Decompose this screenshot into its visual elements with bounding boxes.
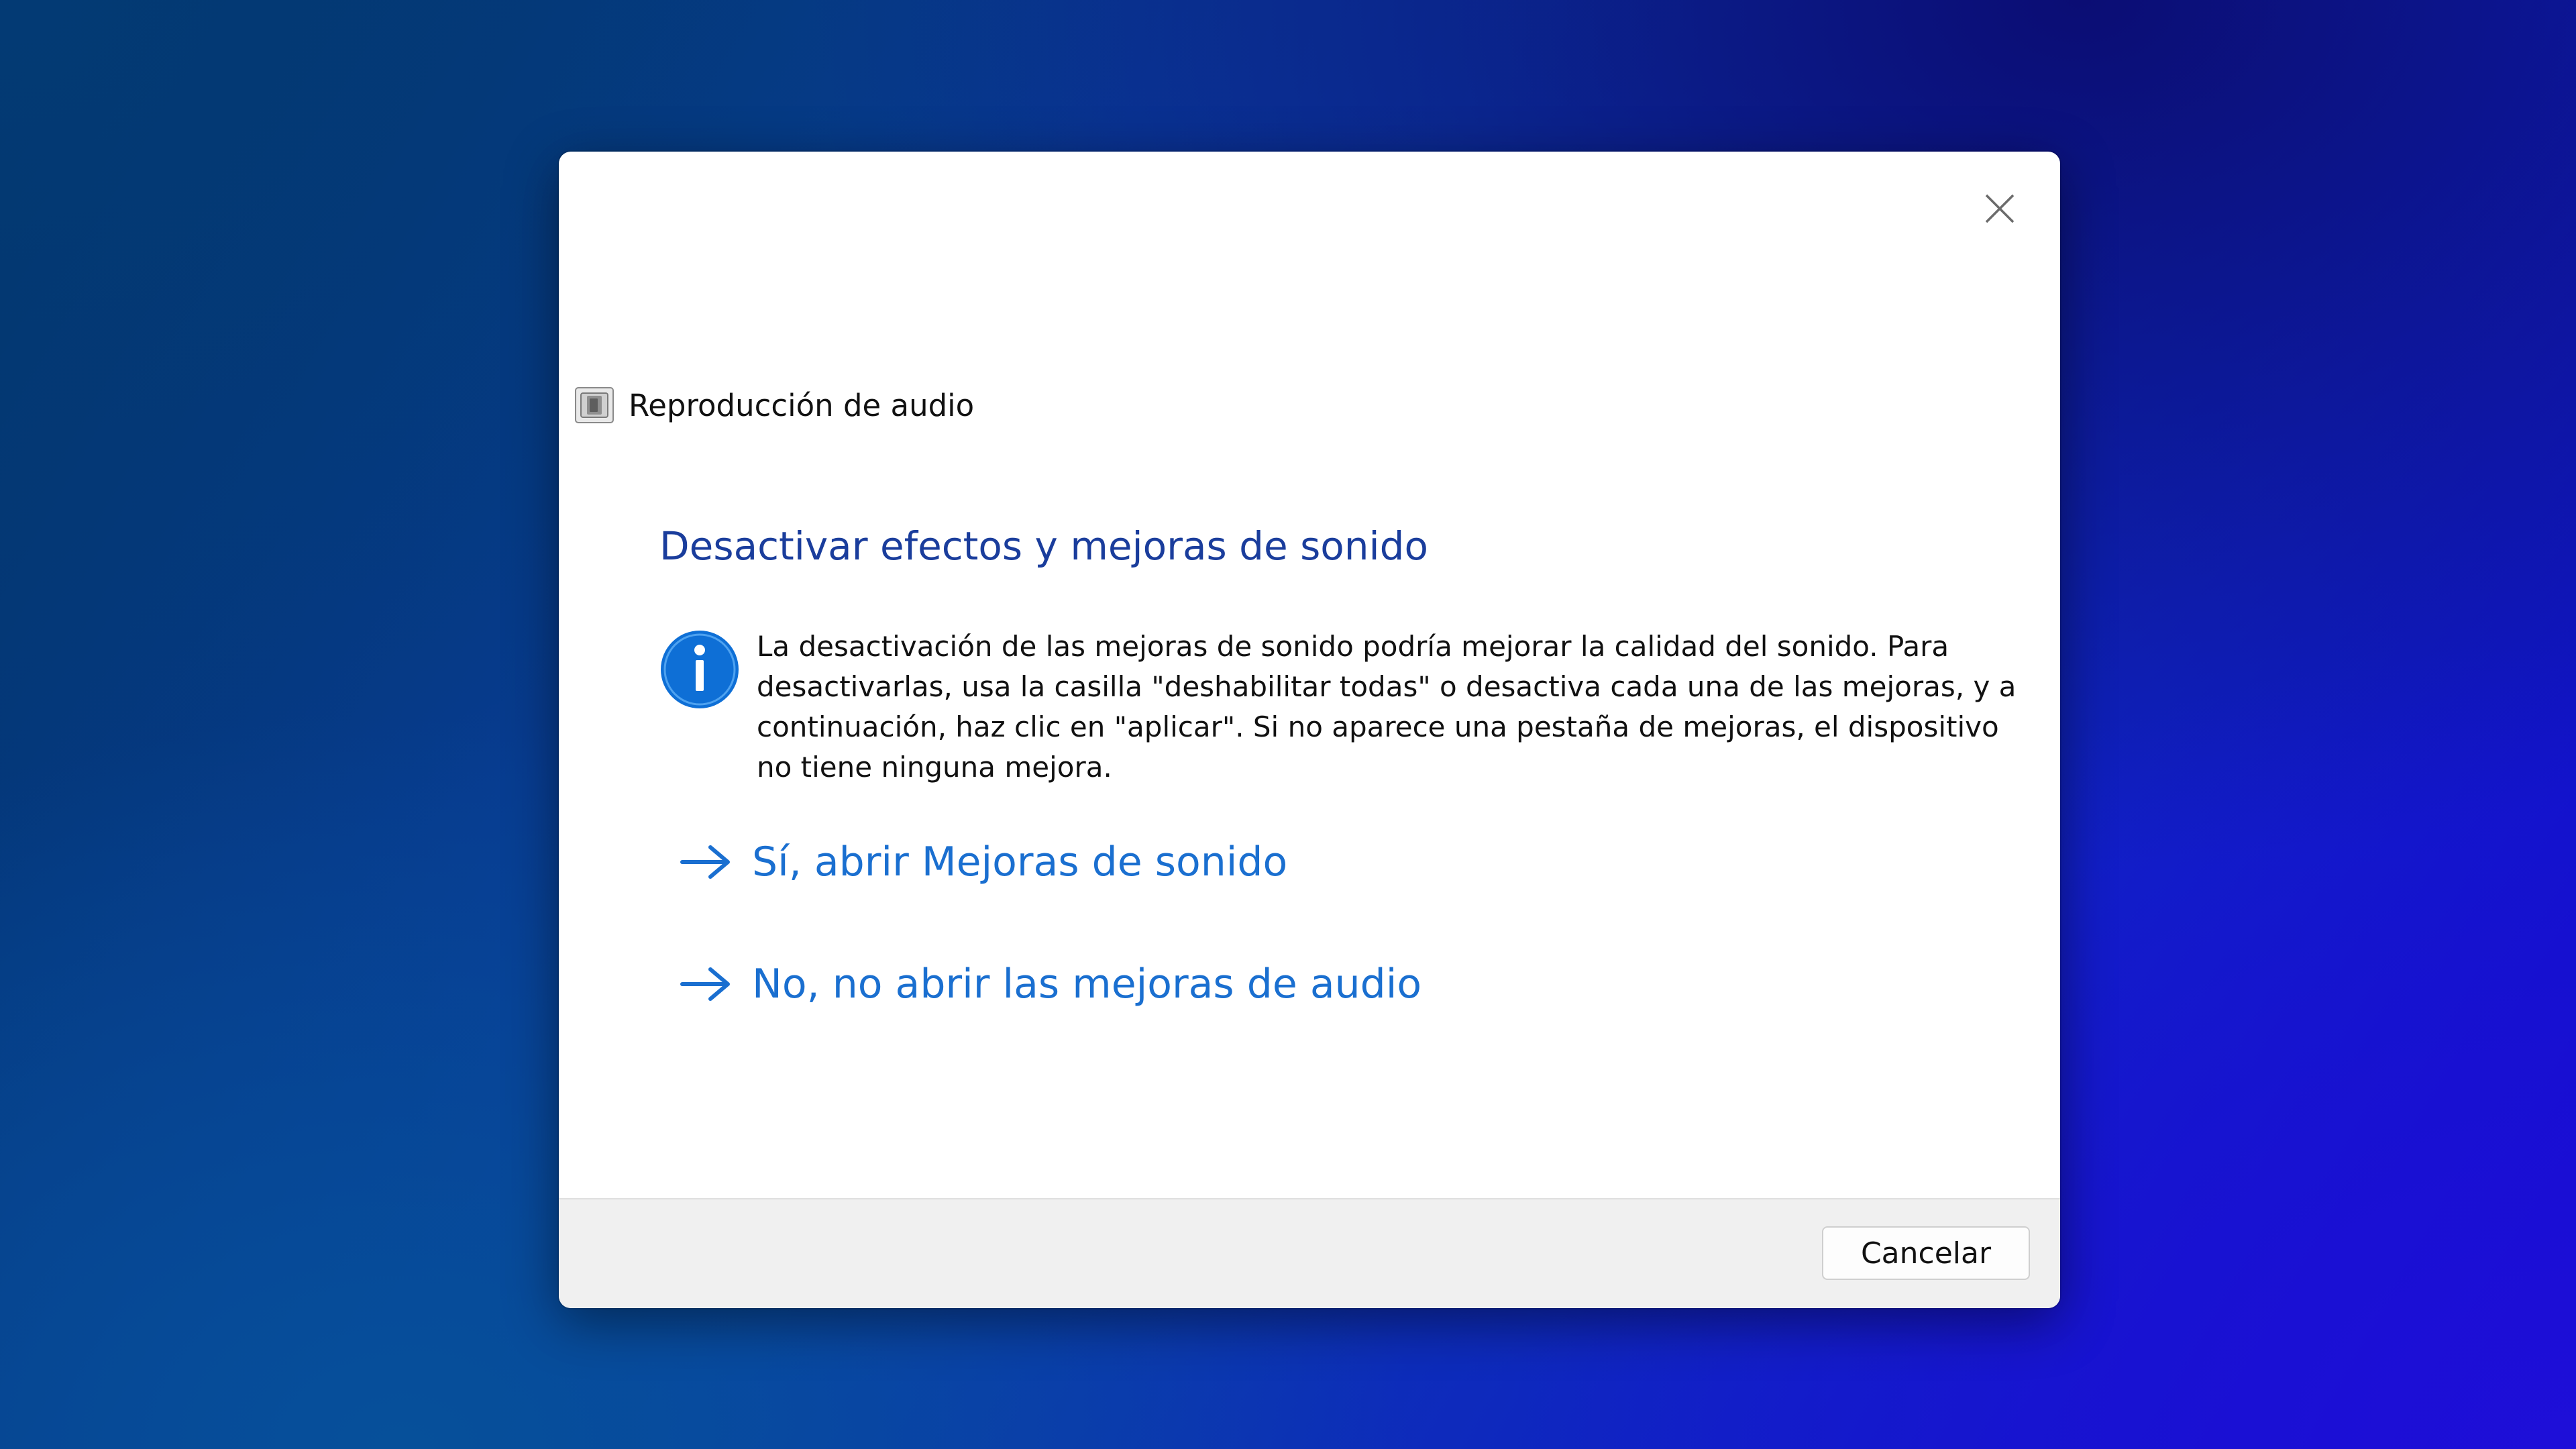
- close-button[interactable]: [1960, 172, 2040, 246]
- dont-open-audio-enhancements-label: No, no abrir las mejoras de audio: [752, 961, 1422, 1008]
- audio-device-icon: [575, 387, 614, 423]
- cancel-button[interactable]: Cancelar: [1822, 1226, 2030, 1280]
- info-icon: [661, 631, 739, 708]
- arrow-right-icon: [680, 845, 730, 879]
- open-sound-enhancements-label: Sí, abrir Mejoras de sonido: [752, 839, 1288, 885]
- dialog-titlebar: Reproducción de audio: [575, 381, 974, 429]
- dialog-footer: Cancelar: [559, 1198, 2060, 1308]
- arrow-right-icon: [680, 967, 730, 1001]
- close-icon: [1985, 194, 2015, 223]
- dialog-title: Reproducción de audio: [629, 387, 975, 423]
- info-description: La desactivación de las mejoras de sonid…: [757, 630, 2017, 784]
- audio-playback-dialog: Reproducción de audio Desactivar efectos…: [559, 152, 2060, 1308]
- open-sound-enhancements-link[interactable]: Sí, abrir Mejoras de sonido: [680, 839, 1287, 885]
- dont-open-audio-enhancements-link[interactable]: No, no abrir las mejoras de audio: [680, 961, 1421, 1008]
- dialog-heading: Desactivar efectos y mejoras de sonido: [659, 523, 1428, 569]
